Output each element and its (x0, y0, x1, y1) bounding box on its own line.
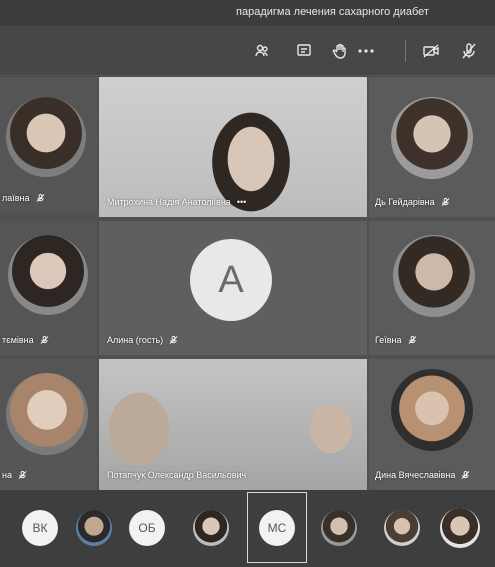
mic-muted-icon (441, 197, 450, 206)
participant-photo (391, 97, 473, 179)
meeting-controls (0, 26, 495, 76)
participant-photo (393, 235, 475, 317)
participant-label: Дь Гейдарівна (375, 197, 450, 207)
participant-tile[interactable]: на (0, 359, 97, 490)
participant-chip[interactable]: ВК (22, 510, 58, 546)
participant-label: Дина Вячеславівна (375, 470, 470, 480)
mic-muted-icon (169, 335, 178, 344)
participant-tile-active[interactable]: Митрохина Надія Анатоліївна ••• (99, 77, 367, 217)
participant-photo (6, 97, 86, 177)
camera-off-icon[interactable] (420, 40, 442, 62)
participant-video (99, 77, 367, 217)
participant-label: на (2, 470, 27, 480)
participant-label: Потапчук Олександр Васильович (107, 470, 247, 480)
participants-icon[interactable] (251, 40, 273, 62)
participant-chip[interactable]: ОБ (129, 510, 165, 546)
participant-tile[interactable]: Геївна (369, 221, 495, 355)
raise-hand-icon[interactable] (329, 40, 351, 62)
meeting-title: парадигма лечения сахарного диабет (236, 6, 429, 18)
toolbar-divider (405, 40, 406, 62)
more-options-icon[interactable]: ••• (237, 197, 246, 207)
participant-tile[interactable]: лаївна (0, 77, 97, 213)
participant-label: Митрохина Надія Анатоліївна ••• (107, 197, 247, 207)
mic-muted-icon (461, 470, 470, 479)
participant-chip[interactable]: МС (259, 510, 295, 546)
mic-muted-icon (36, 193, 44, 202)
title-bar: парадигма лечения сахарного диабет (0, 0, 495, 26)
mic-muted-icon (408, 335, 416, 344)
participant-initial-avatar: A (190, 239, 272, 321)
participant-chip-photo[interactable] (76, 510, 112, 546)
participant-label: лаївна (2, 193, 45, 203)
mic-off-icon[interactable] (458, 40, 480, 62)
mic-muted-icon (18, 470, 27, 479)
participant-label: тємівна (2, 335, 49, 345)
participant-tile[interactable]: Потапчук Олександр Васильович (99, 359, 367, 490)
participant-chip-photo[interactable] (384, 510, 420, 546)
mic-muted-icon (40, 335, 49, 344)
participant-chip-photo[interactable] (440, 508, 480, 548)
participant-label: Алина (гость) (107, 335, 178, 345)
participant-photo (6, 373, 88, 455)
participant-strip: ВК ОБ МС (0, 490, 495, 567)
chat-icon[interactable] (293, 40, 315, 62)
participant-chip-photo[interactable] (193, 510, 229, 546)
more-icon[interactable] (355, 40, 377, 62)
participant-tile[interactable]: Дина Вячеславівна (369, 359, 495, 490)
participant-photo (391, 369, 473, 451)
participant-tile[interactable]: A Алина (гость) (99, 221, 367, 355)
participant-tile[interactable]: тємівна (0, 221, 97, 355)
participant-chip-photo[interactable] (321, 510, 357, 546)
participant-label: Геївна (375, 335, 417, 345)
video-stage: лаївна Митрохина Надія Анатоліївна ••• Д… (0, 77, 495, 490)
participant-tile[interactable]: Дь Гейдарівна (369, 77, 495, 217)
participant-photo (8, 235, 88, 315)
